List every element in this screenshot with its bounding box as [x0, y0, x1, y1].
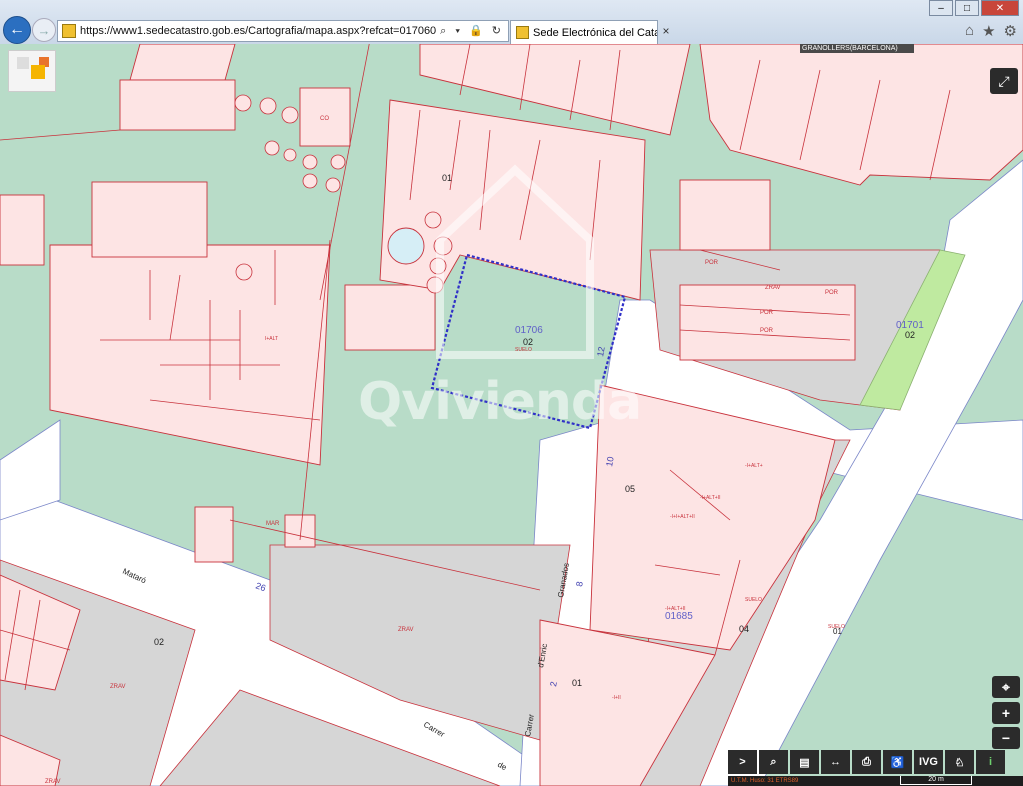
tab-favicon-icon: [516, 26, 529, 39]
browser-right-icons: ⌂ ★ ⚙: [965, 22, 1017, 40]
map-small-label: -I+I+ALT+II: [670, 514, 695, 520]
locality-label: GRANOLLERS(BARCELONA): [800, 44, 914, 53]
ivg-button[interactable]: IVG: [914, 750, 943, 774]
tab-title: Sede Electrónica del Catastro: [533, 26, 658, 39]
expand-panel-button[interactable]: >: [728, 750, 757, 774]
def-large-circle: [387, 227, 425, 265]
map-small-label: ZRAV: [45, 779, 61, 785]
house-number: 12: [595, 346, 607, 358]
house-number: 10: [604, 456, 616, 468]
parcel-number: 01: [572, 678, 582, 688]
info-button[interactable]: i: [976, 750, 1005, 774]
map-small-label: -I+ALT+II: [700, 495, 720, 501]
parcel-number: 02: [905, 330, 915, 340]
catastro-logo[interactable]: [8, 50, 56, 92]
map-small-label: SUELO: [745, 597, 762, 603]
map-small-label: SUELO: [828, 624, 845, 630]
map-small-label: POR: [760, 310, 774, 316]
block-label: 01685: [665, 611, 693, 622]
map-small-label: I+ALT: [265, 336, 278, 342]
browser-toolbar: ← → https://www1.sedecatastro.gob.es/Car…: [0, 0, 1023, 45]
minimize-button[interactable]: –: [929, 0, 953, 16]
scale-bar: 20 m: [900, 776, 972, 785]
map-small-label: POR: [705, 260, 719, 266]
street-view-button[interactable]: ♘: [945, 750, 974, 774]
map-small-label: -I+II: [612, 695, 621, 701]
tab-catastro[interactable]: Sede Electrónica del Catastro: [510, 20, 658, 44]
address-tools[interactable]: ⌕ ▾ 🔒 ↻: [436, 24, 508, 38]
map-small-label: SUELO: [515, 347, 532, 353]
fullscreen-button[interactable]: ⤢: [990, 68, 1018, 94]
home-icon[interactable]: ⌂: [965, 22, 974, 40]
window-controls: – □ ✕: [927, 0, 1019, 16]
tab-close-button[interactable]: ×: [657, 20, 675, 42]
locate-button[interactable]: ⌖: [992, 676, 1020, 698]
forward-button[interactable]: →: [32, 18, 56, 42]
map-small-label: POR: [760, 328, 774, 334]
url-text: https://www1.sedecatastro.gob.es/Cartogr…: [80, 25, 437, 37]
map-small-label: ZRAV: [765, 285, 781, 291]
map-small-label: ZRAV: [398, 627, 414, 633]
map-small-label: POR: [825, 290, 839, 296]
parcel-number: 01: [442, 173, 452, 183]
search-button[interactable]: ⌕: [759, 750, 788, 774]
map-small-label: MAR: [266, 521, 280, 527]
zoom-out-button[interactable]: −: [992, 727, 1020, 749]
zoom-in-button[interactable]: +: [992, 702, 1020, 724]
measure-button[interactable]: ↔: [821, 750, 850, 774]
parcel-number: 02: [523, 337, 533, 347]
map-small-label: -I+ALT+II: [665, 606, 685, 612]
layers-button[interactable]: ▤: [790, 750, 819, 774]
settings-gear-icon[interactable]: ⚙: [1004, 22, 1017, 40]
watermark-text: Qvivienda: [358, 372, 642, 432]
block-label: 01706: [515, 325, 543, 336]
address-bar[interactable]: https://www1.sedecatastro.gob.es/Cartogr…: [57, 20, 509, 42]
site-favicon-icon: [62, 24, 76, 38]
parcel-number: 04: [739, 624, 749, 634]
favorites-star-icon[interactable]: ★: [982, 22, 995, 40]
accessibility-button[interactable]: ♿: [883, 750, 912, 774]
close-window-button[interactable]: ✕: [981, 0, 1019, 16]
back-button[interactable]: ←: [3, 16, 31, 44]
maximize-button[interactable]: □: [955, 0, 979, 16]
parcel-number: 02: [154, 637, 164, 647]
map-toolbar: > ⌕ ▤ ↔ ⎙ ♿ IVG ♘ i: [728, 750, 1007, 776]
map-small-label: CO: [320, 116, 329, 122]
map-small-label: ZRAV: [110, 684, 126, 690]
print-button[interactable]: ⎙: [852, 750, 881, 774]
coordinates-readout: U.T.M. Huso: 31 ETRS89: [728, 776, 1023, 786]
map-small-label: -I+ALT+: [745, 463, 763, 469]
parcel-number: 05: [625, 484, 635, 494]
